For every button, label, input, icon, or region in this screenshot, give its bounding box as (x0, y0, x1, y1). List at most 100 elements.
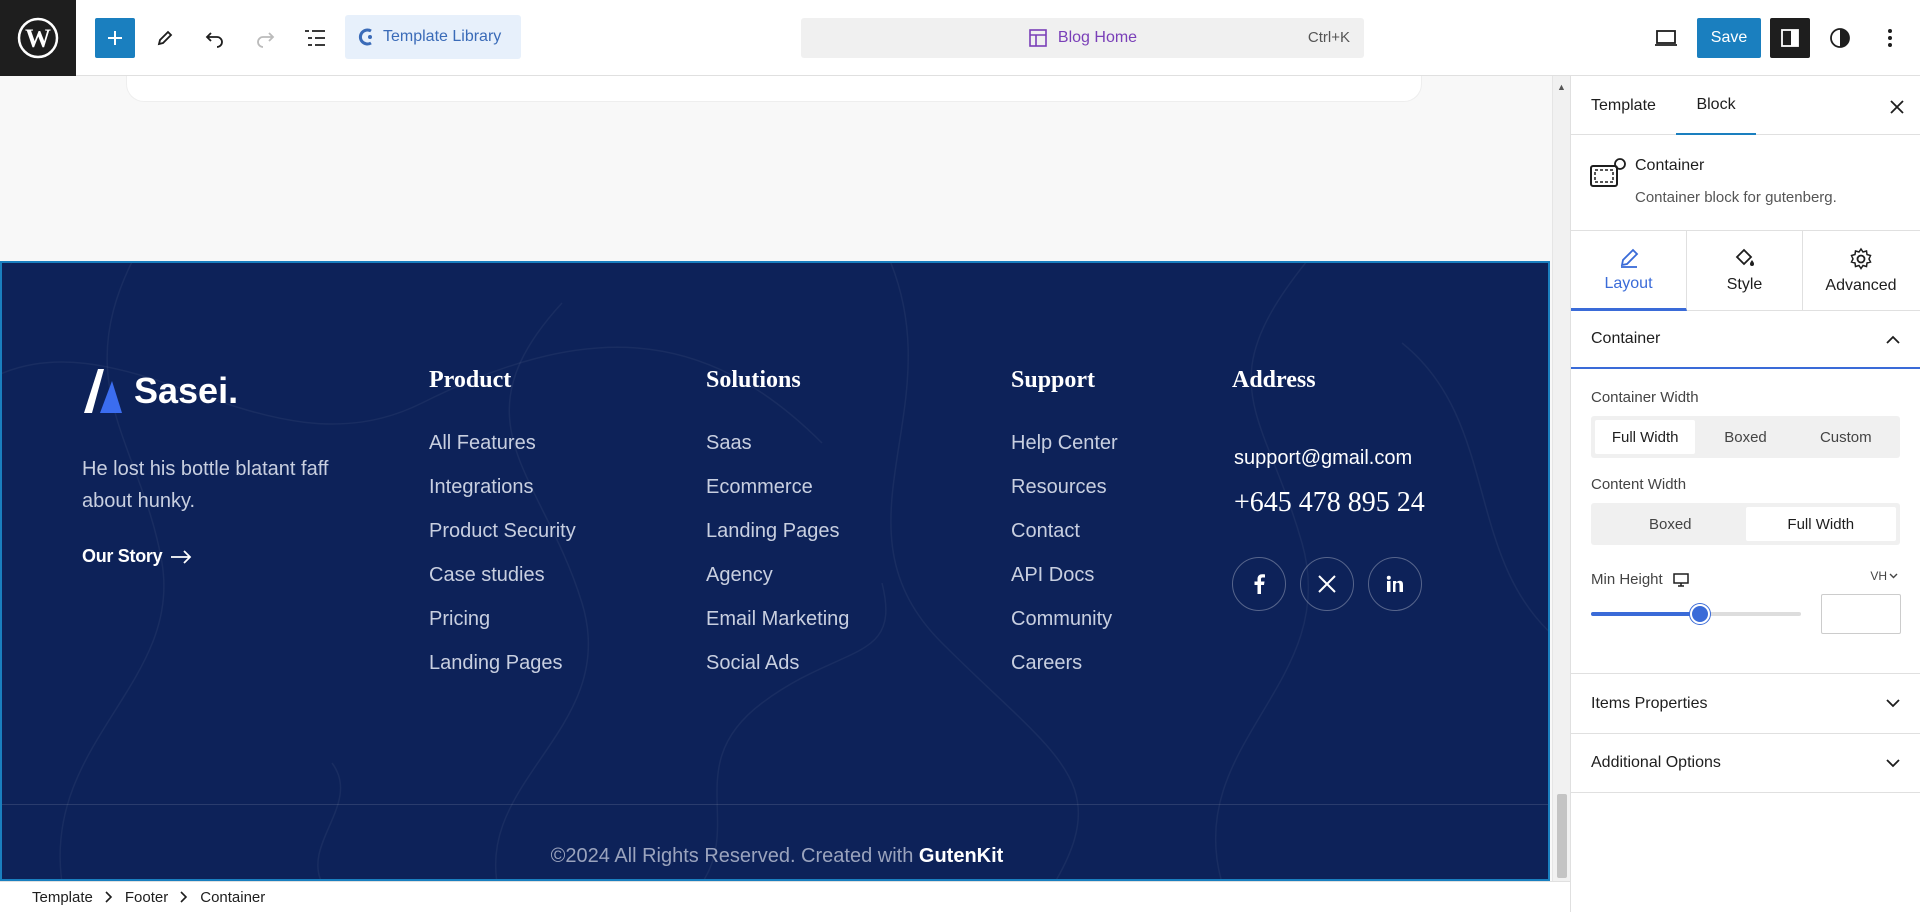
more-options-icon[interactable] (1870, 18, 1910, 58)
unit-selector[interactable]: VH (1870, 569, 1898, 583)
x-twitter-icon[interactable] (1300, 557, 1354, 611)
canvas-scrollbar[interactable]: ▲ (1552, 76, 1570, 881)
footer-link[interactable]: Ecommerce (706, 476, 849, 520)
block-name: Container (1635, 157, 1705, 174)
footer-link[interactable]: All Features (429, 432, 576, 476)
editor-topbar: W Template Library Blog Home Ctrl+K Save (0, 0, 1920, 76)
tab-style[interactable]: Style (1687, 231, 1803, 311)
brand-logo[interactable]: Sasei. (82, 367, 238, 415)
sasei-logo-icon (84, 369, 122, 413)
tab-label: Advanced (1825, 277, 1897, 294)
scroll-thumb[interactable] (1557, 794, 1567, 878)
breadcrumb-item[interactable]: Container (200, 889, 265, 906)
desktop-device-icon[interactable] (1672, 572, 1689, 587)
footer-link[interactable]: Saas (706, 432, 849, 476)
close-sidebar-icon[interactable] (1890, 94, 1904, 120)
tab-label: Layout (1604, 274, 1653, 292)
template-layout-icon (1029, 29, 1047, 47)
content-width-full[interactable]: Full Width (1745, 507, 1896, 541)
inspector-tabs: Layout Style Advanced (1571, 231, 1920, 311)
content-width-boxed[interactable]: Boxed (1595, 507, 1746, 541)
column-heading: Solutions (706, 367, 801, 393)
min-height-slider-thumb[interactable] (1690, 604, 1711, 624)
device-preview-icon[interactable] (1646, 18, 1686, 58)
linkedin-icon[interactable] (1368, 557, 1422, 611)
paint-bucket-icon (1735, 248, 1754, 266)
footer-link[interactable]: Landing Pages (706, 520, 849, 564)
footer-link[interactable]: Careers (1011, 652, 1118, 696)
document-overview-icon[interactable] (295, 18, 335, 58)
copyright-brand-link[interactable]: GutenKit (919, 845, 1003, 867)
footer-link[interactable]: Agency (706, 564, 849, 608)
panel-title: Items Properties (1591, 694, 1708, 712)
template-library-label: Template Library (383, 28, 502, 45)
tab-template[interactable]: Template (1591, 76, 1656, 135)
block-breadcrumb: Template Footer Container (0, 881, 1570, 912)
scroll-up-arrow-icon[interactable]: ▲ (1557, 82, 1566, 92)
items-properties-panel[interactable]: Items Properties (1571, 673, 1920, 733)
gutenkit-logo-icon (358, 28, 372, 46)
block-card: Container Container block for gutenberg. (1571, 135, 1920, 231)
footer-link[interactable]: Landing Pages (429, 652, 576, 696)
our-story-label: Our Story (82, 546, 163, 566)
footer-container-block[interactable]: Sasei. He lost his bottle blatant faff a… (0, 261, 1550, 881)
container-width-custom[interactable]: Custom (1796, 420, 1896, 454)
redo-icon[interactable] (245, 18, 285, 58)
footer-link[interactable]: Help Center (1011, 432, 1118, 476)
min-height-slider-track[interactable] (1591, 604, 1801, 624)
container-block-icon (1590, 158, 1626, 187)
chevron-down-icon (1886, 758, 1900, 767)
footer-column-address: Address (1232, 367, 1316, 432)
tab-layout[interactable]: Layout (1571, 231, 1687, 311)
breadcrumb-item[interactable]: Footer (125, 889, 168, 906)
footer-tagline: He lost his bottle blatant faff about hu… (82, 458, 329, 512)
breadcrumb-item[interactable]: Template (32, 889, 93, 906)
footer-link[interactable]: Resources (1011, 476, 1118, 520)
container-panel-header[interactable]: Container (1571, 311, 1920, 369)
footer-link[interactable]: Case studies (429, 564, 576, 608)
previous-block-card (126, 76, 1422, 102)
min-height-input[interactable] (1821, 594, 1901, 634)
column-heading: Product (429, 367, 512, 393)
footer-link[interactable]: Email Marketing (706, 608, 849, 652)
footer-link[interactable]: API Docs (1011, 564, 1118, 608)
save-button[interactable]: Save (1697, 18, 1761, 58)
template-library-button[interactable]: Template Library (345, 15, 521, 59)
footer-divider (2, 804, 1548, 805)
chevron-right-icon (180, 891, 188, 903)
container-width-boxed[interactable]: Boxed (1695, 420, 1795, 454)
tab-advanced[interactable]: Advanced (1803, 231, 1919, 311)
container-width-toggle: Full Width Boxed Custom (1591, 416, 1900, 458)
content-width-toggle: Boxed Full Width (1591, 503, 1900, 545)
panel-title: Additional Options (1591, 754, 1721, 771)
command-palette[interactable]: Blog Home Ctrl+K (801, 18, 1364, 58)
our-story-link[interactable]: Our Story (82, 546, 192, 567)
footer-link[interactable]: Integrations (429, 476, 576, 520)
tab-label: Style (1726, 276, 1763, 293)
add-block-button[interactable] (95, 18, 135, 58)
svg-text:W: W (25, 24, 51, 53)
undo-icon[interactable] (195, 18, 235, 58)
settings-sidebar-toggle-icon[interactable] (1770, 18, 1810, 58)
styles-contrast-icon[interactable] (1820, 18, 1860, 58)
footer-link[interactable]: Pricing (429, 608, 576, 652)
footer-link[interactable]: Social Ads (706, 652, 849, 696)
pencil-tool-icon[interactable] (145, 18, 185, 58)
contact-phone[interactable]: +645 478 895 24 (1234, 487, 1425, 519)
footer-link[interactable]: Product Security (429, 520, 576, 564)
settings-sidebar: Template Block Container Container block… (1570, 76, 1920, 912)
wordpress-logo-icon[interactable]: W (0, 0, 76, 76)
footer-link[interactable]: Contact (1011, 520, 1118, 564)
container-width-label: Container Width (1591, 389, 1699, 406)
contact-email[interactable]: support@gmail.com (1234, 447, 1412, 470)
tab-block[interactable]: Block (1676, 76, 1756, 135)
facebook-icon[interactable] (1232, 557, 1286, 611)
container-width-full[interactable]: Full Width (1595, 420, 1696, 454)
footer-link[interactable]: Community (1011, 608, 1118, 652)
additional-options-panel[interactable]: Additional Options (1571, 733, 1920, 793)
footer-column-support: Support Help Center Resources Contact AP… (1011, 367, 1118, 696)
panel-title: Container (1591, 330, 1661, 347)
block-description: Container block for gutenberg. (1635, 189, 1837, 206)
min-height-label: Min Height (1591, 571, 1663, 588)
unit-label: VH (1870, 569, 1887, 583)
